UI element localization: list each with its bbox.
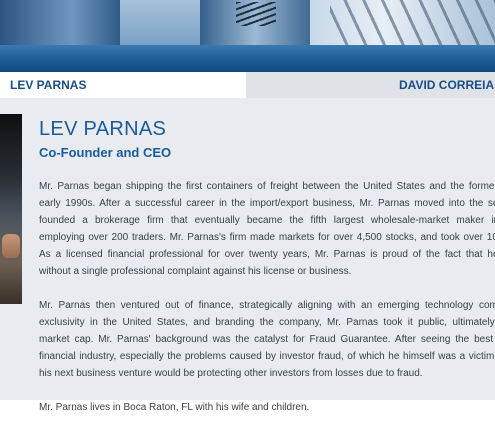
bio-line: Mr. Parnas began shipping the first cont… (39, 181, 495, 192)
banner-building (0, 0, 120, 45)
bio-line: Mr. Parnas then ventured out of finance,… (39, 300, 495, 311)
banner-sky (120, 0, 200, 45)
header-banner-image (0, 0, 495, 45)
bio-paragraph: Mr. Parnas lives in Boca Raton, FL with … (39, 399, 495, 416)
tab-label: DAVID CORREIA (399, 78, 495, 92)
profile-photo (0, 114, 22, 304)
bio-line: employing over 200 traders. Mr. Parnas's… (39, 232, 495, 243)
bio-line: his next business venture would be prote… (39, 368, 423, 379)
bio-line: early 1990s. After a successful career i… (39, 198, 495, 209)
bio-line: exclusivity in the United States, and br… (39, 317, 495, 328)
bio-line: founded a brokerage firm that eventually… (39, 215, 495, 226)
bio-line: market cap. Mr. Parnas' background was t… (39, 334, 495, 345)
bio-paragraph: Mr. Parnas began shipping the first cont… (39, 178, 495, 280)
bio-line: Mr. Parnas lives in Boca Raton, FL with … (39, 402, 310, 413)
photo-detail (2, 234, 20, 258)
tab-david-correia[interactable]: DAVID CORREIA (399, 72, 494, 98)
bio-paragraph: Mr. Parnas then ventured out of finance,… (39, 297, 495, 382)
banner-facade (330, 0, 495, 45)
profile-title: Co-Founder and CEO (39, 145, 172, 160)
profile-bio: Mr. Parnas began shipping the first cont… (39, 178, 495, 433)
navigation-band (0, 45, 495, 72)
bio-line: without a single professional complaint … (39, 266, 352, 277)
bio-line: As a licensed financial professional for… (39, 249, 495, 260)
bio-line: financial industry, especially the probl… (39, 351, 495, 362)
tab-label: LEV PARNAS (10, 78, 87, 92)
banner-staircase (236, 2, 276, 26)
profile-name: LEV PARNAS (39, 118, 167, 140)
tab-lev-parnas[interactable]: LEV PARNAS (0, 72, 246, 98)
